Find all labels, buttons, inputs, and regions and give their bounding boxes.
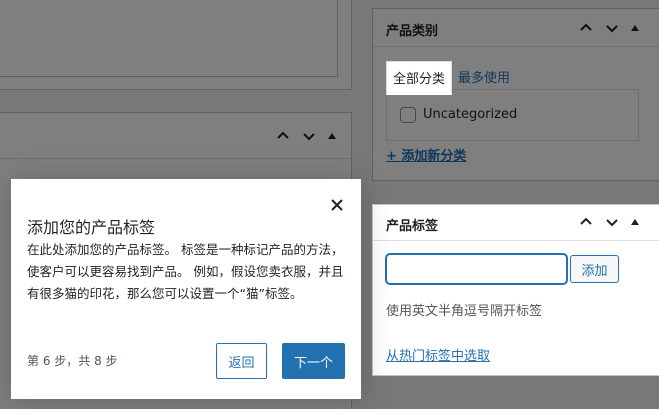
category-label: Uncategorized: [423, 107, 518, 122]
tag-input[interactable]: [386, 254, 567, 284]
category-box-title: 产品类别: [386, 24, 439, 39]
toggle-triangle-icon[interactable]: [631, 219, 639, 225]
next-button[interactable]: 下一个: [282, 343, 345, 379]
chevron-down-icon[interactable]: [296, 123, 322, 149]
tour-description: 在此处添加您的产品标签。 标签是一种标记产品的方法，使客户可以更容易找到产品。 …: [27, 242, 344, 301]
add-new-category-link[interactable]: + 添加新分类: [386, 145, 466, 164]
tab-all-categories[interactable]: 全部分类: [386, 61, 453, 95]
back-button[interactable]: 返回: [216, 343, 267, 379]
tour-title: 添加您的产品标签: [27, 218, 156, 237]
editor-panel: [0, 0, 352, 90]
toggle-triangle-icon[interactable]: [328, 133, 336, 139]
add-tag-button[interactable]: 添加: [570, 255, 619, 283]
category-list: Uncategorized: [386, 89, 639, 141]
toggle-triangle-icon[interactable]: [631, 25, 639, 31]
tags-box-controls: [573, 209, 639, 235]
product-tags-box: 产品标签 添加 使用英文半角逗号隔开标签 从热门标签中选取: [372, 204, 659, 376]
meta-box-header: [0, 113, 351, 159]
tour-dialog: 添加您的产品标签 在此处添加您的产品标签。 标签是一种标记产品的方法，使客户可以…: [11, 179, 361, 399]
chevron-up-icon[interactable]: [573, 15, 599, 41]
chevron-up-icon[interactable]: [573, 209, 599, 235]
tag-hint: 使用英文半角逗号隔开标签: [386, 304, 543, 319]
chevron-up-icon[interactable]: [270, 123, 296, 149]
editor-area[interactable]: [0, 0, 338, 77]
tour-step-counter: 第 6 步，共 8 步: [27, 354, 118, 368]
chevron-down-icon[interactable]: [599, 209, 625, 235]
popular-tags-link[interactable]: 从热门标签中选取: [386, 345, 490, 364]
meta-box-controls: [270, 123, 336, 149]
category-checkbox[interactable]: [400, 107, 416, 123]
category-box-header: 产品类别: [373, 9, 659, 47]
product-category-box: 产品类别 全部分类 最多使用 Uncategorized + 添加新分类: [372, 8, 659, 181]
tags-box-header: 产品标签: [373, 205, 659, 241]
close-icon[interactable]: [325, 193, 349, 217]
chevron-down-icon[interactable]: [599, 15, 625, 41]
category-box-controls: [573, 15, 639, 41]
tags-box-title: 产品标签: [386, 219, 439, 234]
